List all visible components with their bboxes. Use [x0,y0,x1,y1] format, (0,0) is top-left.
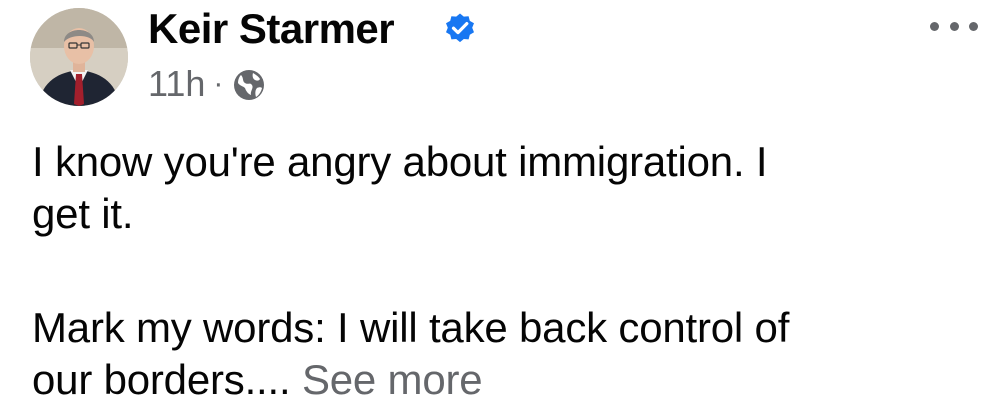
more-dot [949,21,959,31]
timestamp[interactable]: 11h [148,62,205,106]
see-more-link[interactable]: See more [302,356,483,403]
verified-badge-icon [446,13,474,43]
more-dot [930,21,939,31]
author-name[interactable]: Keir Starmer [148,4,395,54]
meta-separator: · [213,67,224,100]
post-card: Keir Starmer 11h · I know you're angry a… [0,0,1000,420]
post-text-line: get it. [32,190,134,237]
post-text-line-last: our borders.... See more [32,354,483,406]
post-meta: 11h · [148,62,267,106]
more-options-icon[interactable] [930,14,978,38]
avatar[interactable] [30,8,128,106]
post-text-line: I know you're angry about immigration. I [32,138,768,185]
post-text-line: Mark my words: I will take back control … [32,304,790,351]
globe-icon[interactable] [231,67,267,103]
more-dot [969,21,978,31]
post-text-line: our borders.... [32,356,302,403]
profile-photo [30,8,128,106]
